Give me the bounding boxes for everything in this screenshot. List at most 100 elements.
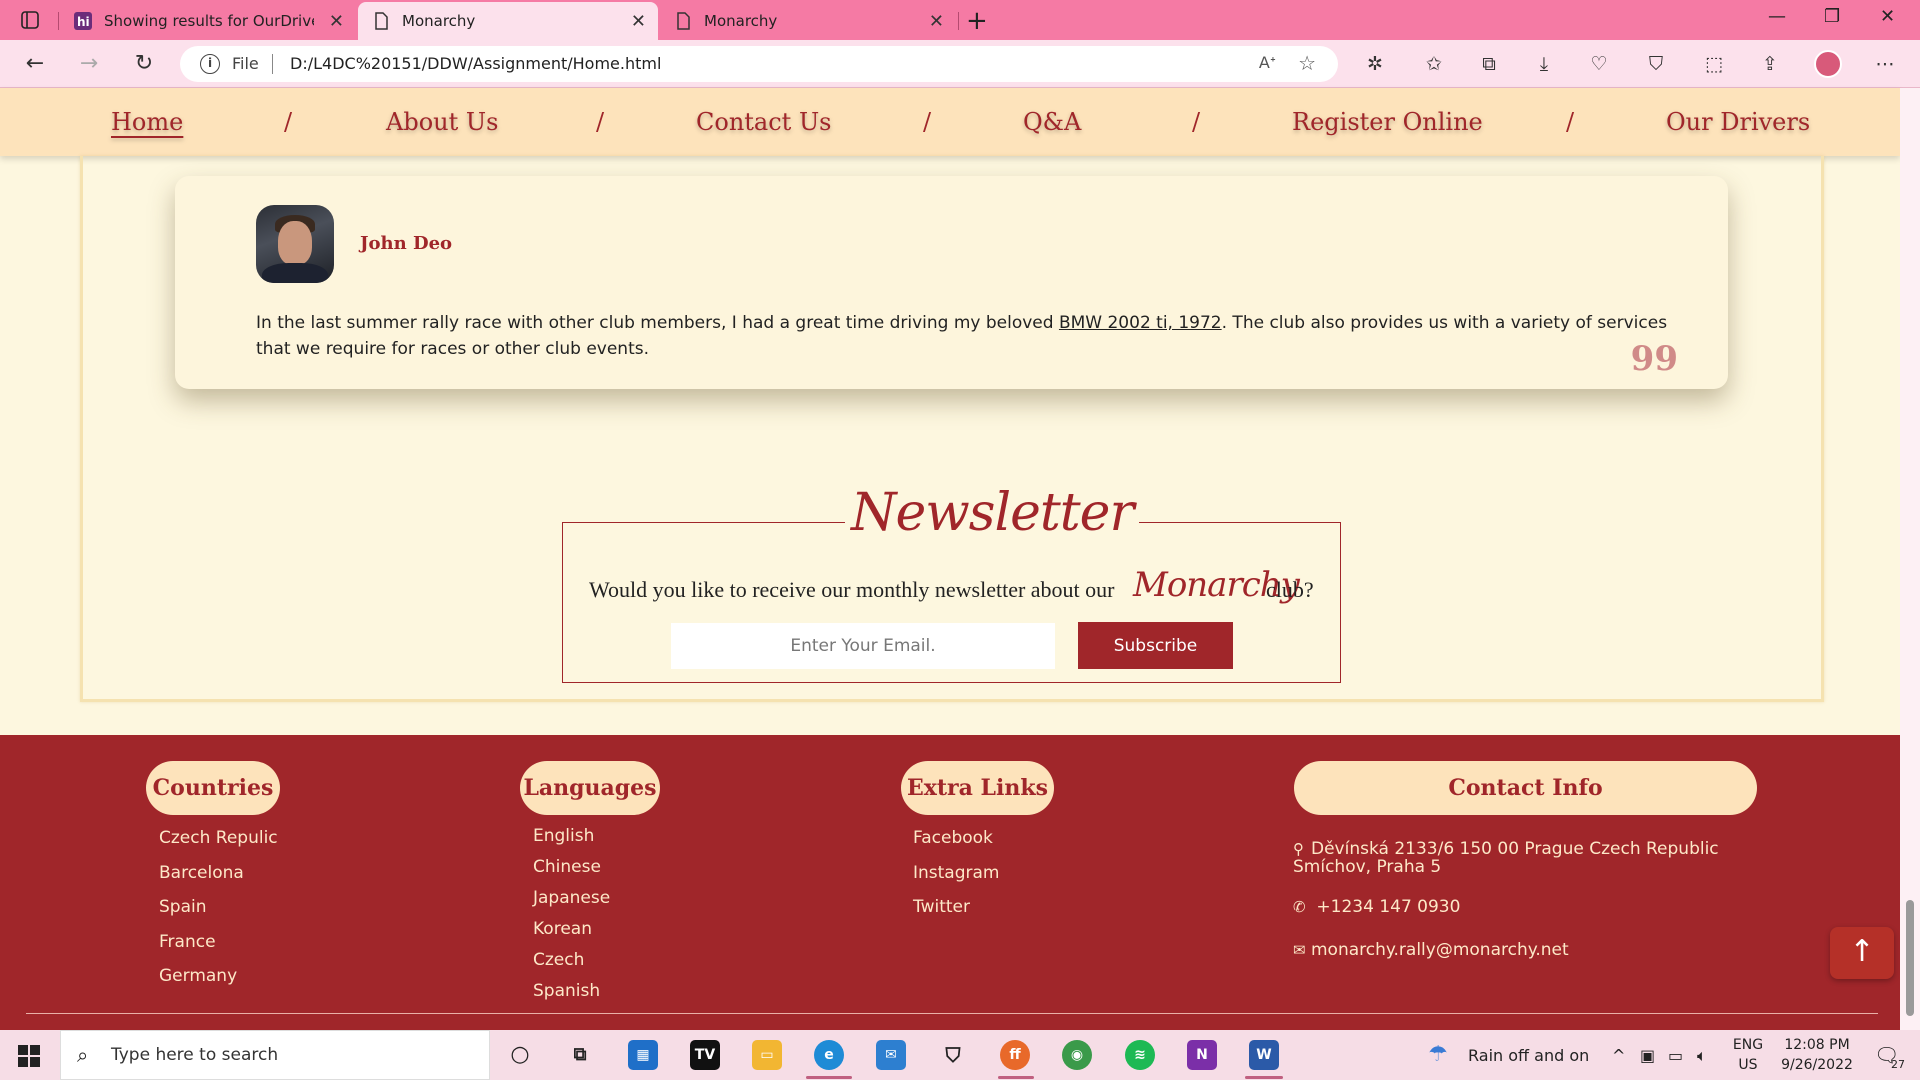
language-indicator[interactable]: ENG US — [1728, 1037, 1768, 1073]
nav-home[interactable]: Home — [111, 108, 183, 136]
page-icon — [674, 12, 692, 30]
chrome-icon[interactable]: ◉ — [1062, 1040, 1092, 1070]
security-icon[interactable]: ⛉ — [938, 1040, 968, 1070]
car-model: BMW 2002 ti, 1972 — [1058, 313, 1222, 333]
list-item[interactable]: Czech Repulic — [159, 828, 278, 848]
site-footer: Countries Czech Repulic Barcelona Spain … — [0, 735, 1900, 1030]
new-tab-icon[interactable]: + — [966, 6, 988, 36]
tab-separator — [58, 12, 59, 30]
screenshot-icon[interactable]: ⬚ — [1701, 52, 1727, 78]
performance-icon[interactable]: ♡ — [1586, 52, 1612, 78]
close-tab-icon[interactable]: ✕ — [929, 11, 944, 32]
task-view-icon[interactable]: ⧉ — [565, 1040, 595, 1070]
word-icon[interactable]: W — [1249, 1040, 1279, 1070]
firefox-icon[interactable]: ff — [1000, 1040, 1030, 1070]
close-tab-icon[interactable]: ✕ — [329, 11, 344, 32]
cortana-icon[interactable]: ○ — [505, 1040, 535, 1070]
address-toolbar: ← → ↻ i File D:/L4DC%20151/DDW/Assignmen… — [0, 40, 1920, 88]
back-icon[interactable]: ← — [20, 50, 50, 80]
close-window-icon[interactable]: ✕ — [1880, 6, 1895, 27]
weather-icon[interactable]: ☂ — [1428, 1042, 1448, 1067]
footer-link-instagram[interactable]: Instagram — [913, 863, 1000, 883]
list-item[interactable]: Spanish — [533, 981, 600, 1001]
contact-phone: ✆ +1234 147 0930 — [1293, 897, 1461, 917]
mail-icon[interactable]: ✉ — [876, 1040, 906, 1070]
nav-register-online[interactable]: Register Online — [1292, 108, 1483, 136]
tradingview-icon[interactable]: TV — [690, 1040, 720, 1070]
scrollbar-thumb[interactable] — [1906, 900, 1914, 1016]
contact-title: Contact Info — [1294, 761, 1757, 815]
extra-links-title: Extra Links — [901, 761, 1054, 815]
shield-icon[interactable]: ⛉ — [1643, 52, 1669, 78]
meet-now-icon[interactable]: ▣ — [1640, 1046, 1655, 1065]
close-tab-icon[interactable]: ✕ — [631, 11, 646, 32]
windows-start-icon[interactable] — [18, 1045, 40, 1067]
weather-text[interactable]: Rain off and on — [1468, 1046, 1589, 1065]
more-options-icon[interactable]: ⋯ — [1872, 52, 1898, 78]
favorites-icon[interactable]: ✩ — [1421, 52, 1447, 78]
footer-link-facebook[interactable]: Facebook — [913, 828, 993, 848]
list-item[interactable]: Barcelona — [159, 863, 244, 883]
back-to-top-button[interactable]: ↑ — [1830, 927, 1894, 979]
forward-icon[interactable]: → — [74, 50, 104, 80]
contact-email[interactable]: ✉ monarchy.rally@monarchy.net — [1293, 941, 1569, 959]
tab-monarchy-active[interactable]: Monarchy ✕ — [358, 2, 658, 40]
minimize-icon[interactable]: — — [1768, 6, 1786, 27]
tab-actions-icon[interactable] — [10, 6, 50, 34]
nav-qa[interactable]: Q&A — [1023, 108, 1081, 136]
read-aloud-icon[interactable]: Aᐩ — [1259, 53, 1276, 72]
site-favicon-icon: hi — [74, 12, 92, 30]
site-navigation: Home / About Us / Contact Us / Q&A / Reg… — [0, 88, 1900, 156]
page-icon — [372, 12, 390, 30]
taskbar-search[interactable]: ⌕ Type here to search — [60, 1030, 490, 1080]
nav-contact-us[interactable]: Contact Us — [696, 108, 831, 136]
tab-separator — [958, 12, 959, 30]
volume-icon[interactable]: 🔈︎ — [1697, 1046, 1707, 1066]
clock[interactable]: 12:08 PM 9/26/2022 — [1772, 1037, 1862, 1073]
list-item[interactable]: Germany — [159, 966, 237, 986]
spotify-icon[interactable]: ≋ — [1125, 1040, 1155, 1070]
edge-icon[interactable]: e — [814, 1040, 844, 1070]
store-icon[interactable]: ▦ — [628, 1040, 658, 1070]
newsletter-question: Would you like to receive our monthly ne… — [589, 577, 1115, 602]
onenote-icon[interactable]: N — [1187, 1040, 1217, 1070]
share-icon[interactable]: ⇪ — [1757, 52, 1783, 78]
profile-avatar[interactable] — [1814, 50, 1842, 78]
tab-monarchy[interactable]: Monarchy ✕ — [660, 2, 956, 40]
list-item[interactable]: Korean — [533, 919, 592, 939]
extensions-icon[interactable]: ✲ — [1362, 52, 1388, 78]
list-item[interactable]: France — [159, 932, 216, 952]
list-item[interactable]: Spain — [159, 897, 207, 917]
battery-icon[interactable]: ▭ — [1668, 1046, 1683, 1065]
testimonial-author: John Deo — [360, 233, 453, 254]
phone-icon: ✆ — [1293, 898, 1306, 916]
collections-icon[interactable]: ⧉ — [1476, 52, 1502, 78]
countries-title: Countries — [146, 761, 280, 815]
footer-link-twitter[interactable]: Twitter — [913, 897, 970, 917]
downloads-icon[interactable]: ⤓ — [1531, 52, 1557, 78]
browser-tab-bar: hi Showing results for OurDrivers.h ✕ Mo… — [0, 0, 1920, 40]
list-item[interactable]: Chinese — [533, 857, 601, 877]
add-favorite-icon[interactable]: ☆ — [1298, 51, 1316, 75]
info-icon[interactable]: i — [200, 54, 220, 74]
newsletter-box: Newsletter Would you like to receive our… — [562, 483, 1341, 683]
nav-about-us[interactable]: About Us — [386, 108, 498, 136]
chevron-up-icon[interactable]: ^ — [1612, 1046, 1625, 1065]
email-field[interactable] — [671, 623, 1055, 669]
tab-title: Monarchy — [402, 12, 476, 30]
nav-separator: / — [1566, 108, 1575, 136]
tab-search-results[interactable]: hi Showing results for OurDrivers.h ✕ — [60, 2, 356, 40]
url-text[interactable]: D:/L4DC%20151/DDW/Assignment/Home.html — [290, 54, 661, 73]
address-bar[interactable]: i File D:/L4DC%20151/DDW/Assignment/Home… — [180, 46, 1338, 82]
list-item[interactable]: Japanese — [533, 888, 610, 908]
nav-our-drivers[interactable]: Our Drivers — [1666, 108, 1810, 136]
subscribe-button[interactable]: Subscribe — [1078, 622, 1233, 669]
restore-icon[interactable]: ❐ — [1824, 6, 1840, 27]
file-explorer-icon[interactable]: ▭ — [752, 1040, 782, 1070]
list-item[interactable]: English — [533, 826, 594, 846]
list-item[interactable]: Czech — [533, 950, 584, 970]
scrollbar[interactable] — [1900, 88, 1920, 1030]
contact-address: ⚲ Děvínská 2133/6 150 00 Prague Czech Rep… — [1293, 839, 1719, 877]
reload-icon[interactable]: ↻ — [129, 50, 159, 80]
notification-count: 27 — [1891, 1058, 1905, 1071]
